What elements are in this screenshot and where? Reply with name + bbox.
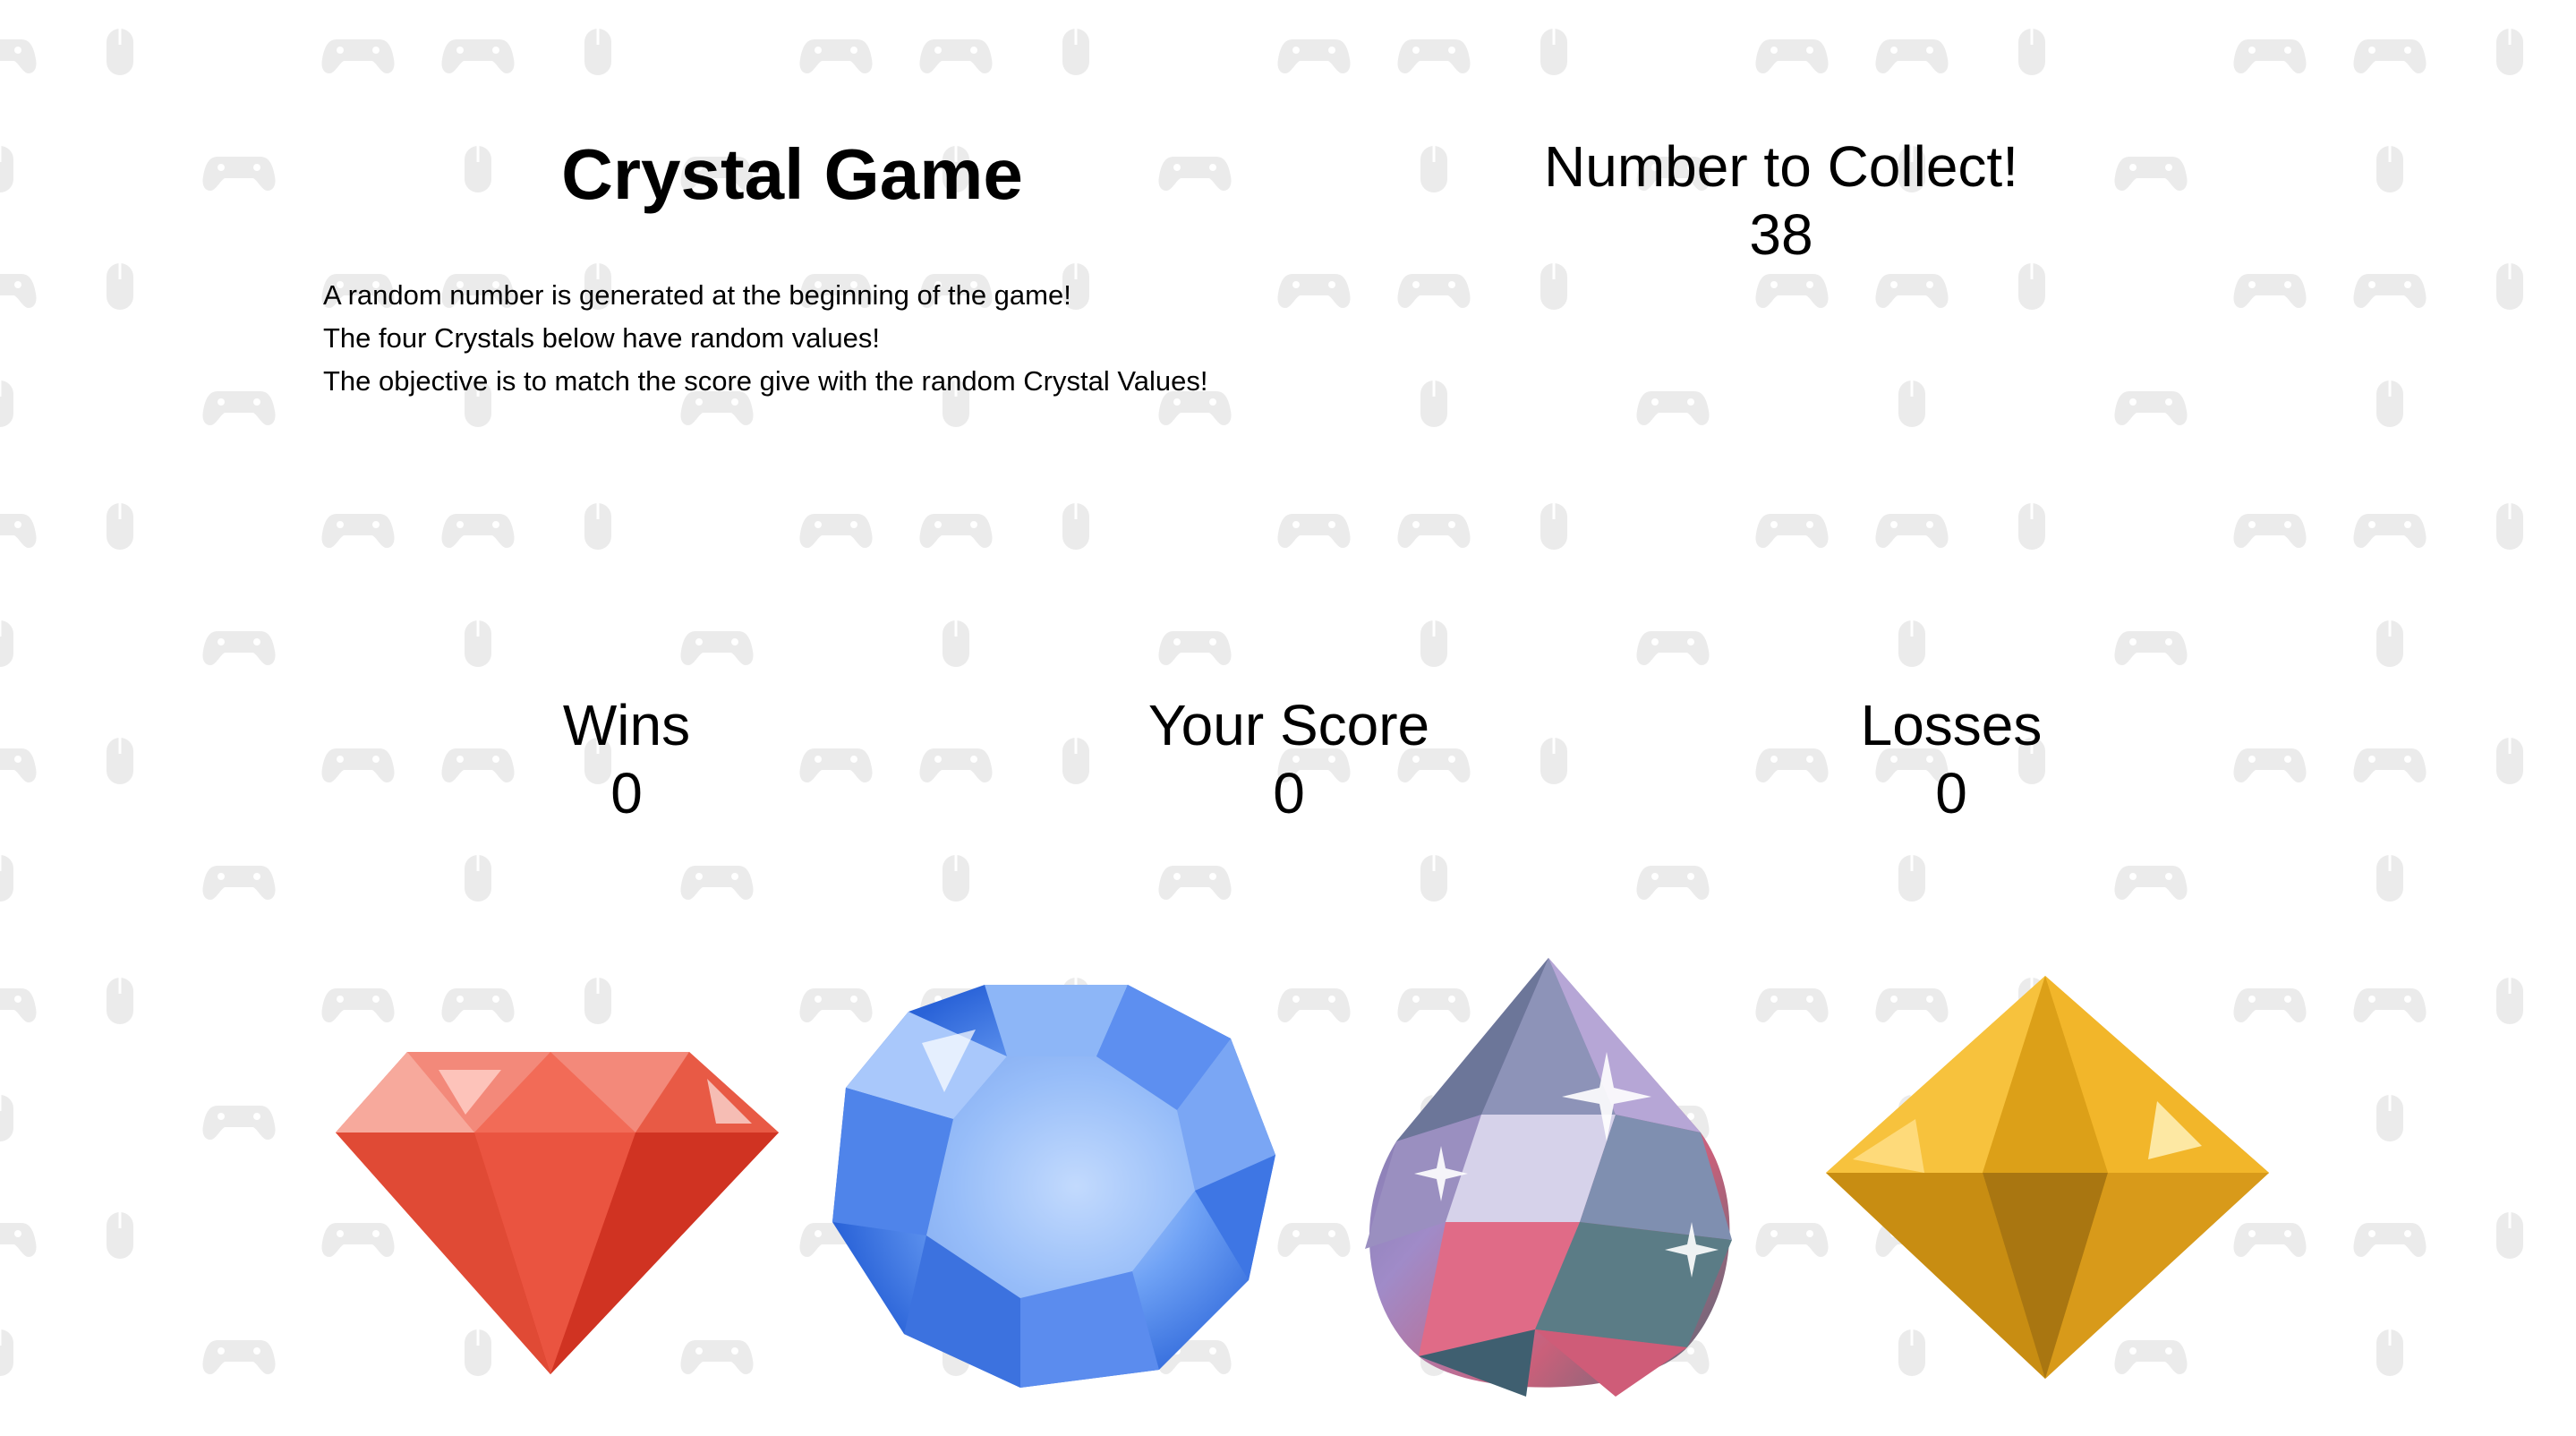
prism-crystal-icon [1365,958,1732,1397]
gold-crystal-button[interactable] [1817,967,2282,1388]
wins-value: 0 [610,761,643,825]
red-crystal-button[interactable] [331,1043,788,1383]
gold-crystal-icon [1826,976,2269,1379]
target-value: 38 [1749,202,1813,267]
losses-panel: Losses 0 [1772,691,2130,827]
target-panel: Number to Collect! 38 [1513,132,2050,269]
score-panel: Your Score 0 [1020,691,1557,827]
instruction-line: The objective is to match the score give… [323,365,1208,397]
instruction-line: The four Crystals below have random valu… [323,322,881,354]
blue-crystal-button[interactable] [828,976,1284,1397]
losses-value: 0 [1935,761,1967,825]
red-crystal-icon [336,1052,779,1374]
instructions: A random number is generated at the begi… [323,274,1487,403]
target-label: Number to Collect! [1544,134,2018,199]
wins-panel: Wins 0 [448,691,806,827]
wins-label: Wins [562,693,691,757]
blue-crystal-icon [832,985,1275,1388]
score-value: 0 [1273,761,1305,825]
losses-label: Losses [1860,693,2043,757]
prism-crystal-button[interactable] [1347,953,1777,1410]
game-title: Crystal Game [561,134,1023,214]
score-label: Your Score [1147,693,1430,757]
instruction-line: A random number is generated at the begi… [323,279,1071,311]
